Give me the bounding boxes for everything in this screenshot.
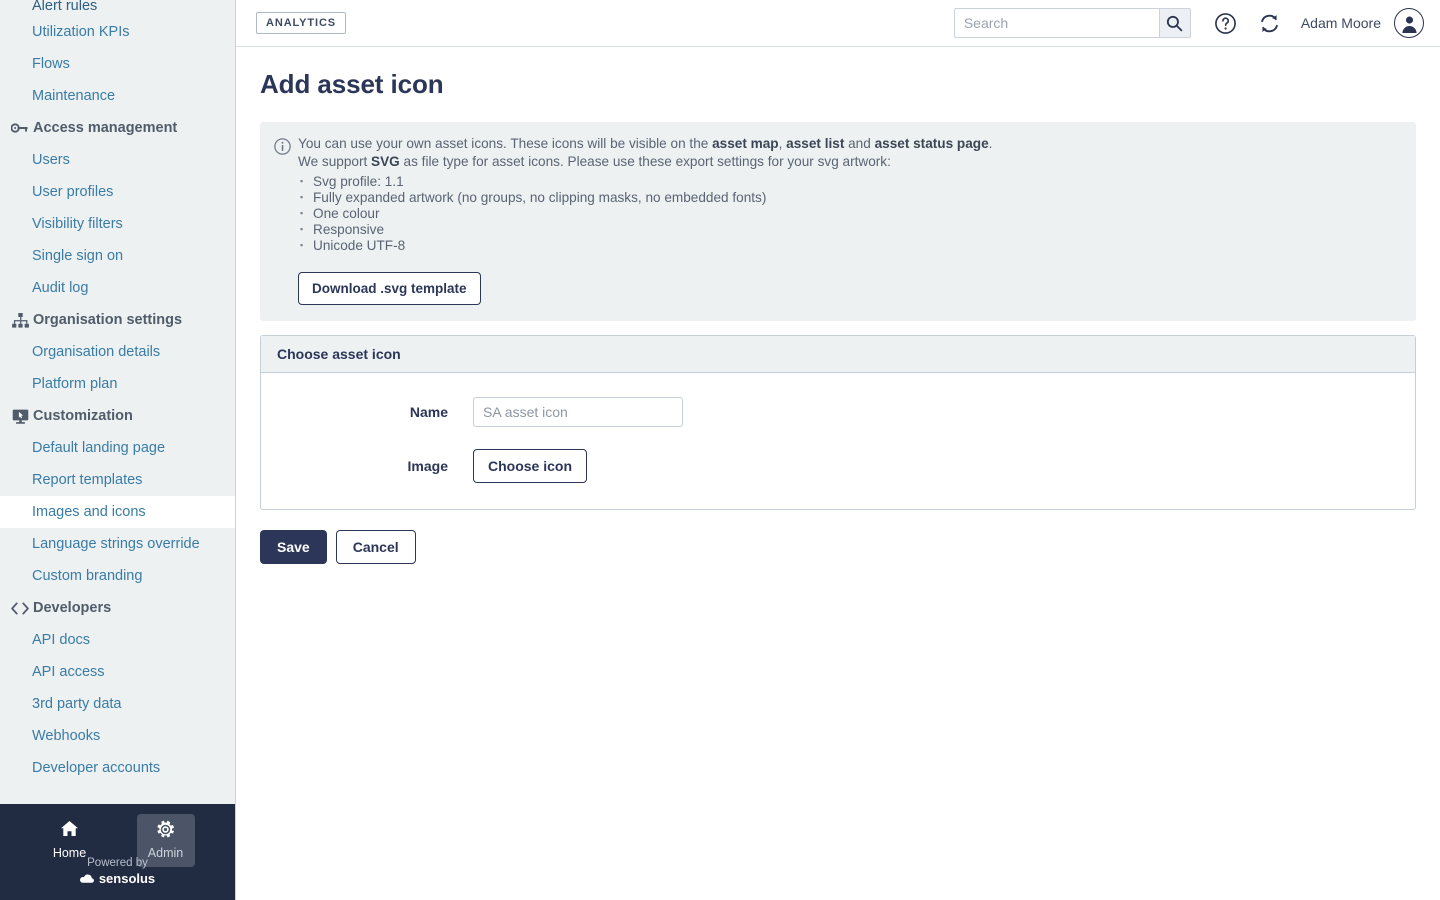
- code-brackets-icon: [8, 600, 32, 616]
- notice-link-asset-map: asset map: [712, 136, 779, 151]
- image-field-row: Image Choose icon: [261, 449, 1415, 484]
- notice-bullet: Unicode UTF-8: [298, 237, 1400, 254]
- sidebar-item-developer-accounts[interactable]: Developer accounts: [0, 752, 235, 784]
- download-svg-template-button[interactable]: Download .svg template: [298, 272, 481, 306]
- sidebar-group-label: Access management: [33, 120, 178, 136]
- info-notice: You can use your own asset icons. These …: [260, 122, 1416, 322]
- sidebar-item-3rd-party-data[interactable]: 3rd party data: [0, 688, 235, 720]
- name-field-row: Name: [261, 397, 1415, 428]
- notice-line-1: You can use your own asset icons. These …: [298, 136, 1400, 153]
- choose-asset-icon-panel: Choose asset icon Name Image Choose icon: [260, 335, 1416, 511]
- save-button[interactable]: Save: [260, 530, 327, 565]
- sidebar-footer: Home Admin Powered by sensolus: [0, 804, 235, 900]
- notice-text-1a: You can use your own asset icons. These …: [298, 136, 713, 151]
- sidebar-group-label: Customization: [33, 408, 133, 424]
- question-circle-icon: [1215, 12, 1237, 34]
- org-chart-icon: [8, 312, 32, 328]
- notice-text-2c: as file type for asset icons. Please use…: [399, 153, 891, 169]
- powered-by: Powered by sensolus: [0, 856, 235, 889]
- brand-name: sensolus: [98, 871, 156, 886]
- image-label: Image: [407, 458, 448, 475]
- sensolus-logo: sensolus: [79, 871, 156, 887]
- sidebar-group-customization[interactable]: Customization: [0, 400, 235, 432]
- sidebar-nav-list: Alert rules Utilization KPIs Flows Maintena…: [0, 0, 235, 784]
- notice-text-1d: .: [988, 136, 993, 151]
- sidebar-item-alert-rules[interactable]: Alert rules: [0, 0, 235, 16]
- notice-line-2: We support SVG as file type for asset ic…: [298, 154, 1400, 171]
- sidebar-item-webhooks[interactable]: Webhooks: [0, 720, 235, 752]
- panel-body: Name Image Choose icon: [261, 373, 1415, 509]
- app-root: Alert rules Utilization KPIs Flows Maintena…: [0, 0, 1440, 900]
- sidebar-nav-scroll[interactable]: Alert rules Utilization KPIs Flows Maintena…: [0, 0, 235, 804]
- key-icon: [8, 120, 32, 136]
- user-avatar-icon: [1401, 16, 1417, 33]
- sidebar-group-organisation-settings[interactable]: Organisation settings: [0, 304, 235, 336]
- sidebar-item-utilization-kpis[interactable]: Utilization KPIs: [0, 16, 235, 48]
- sidebar-group-label: Developers: [33, 600, 112, 616]
- sidebar-item-single-sign-on[interactable]: Single sign on: [0, 240, 235, 272]
- help-button[interactable]: [1213, 10, 1239, 36]
- sidebar-item-organisation-details[interactable]: Organisation details: [0, 336, 235, 368]
- notice-text-2a: We support: [298, 153, 372, 169]
- analytics-badge[interactable]: ANALYTICS: [256, 12, 347, 34]
- notice-svg-emphasis: SVG: [371, 153, 400, 169]
- sidebar-group-label: Organisation settings: [33, 312, 183, 328]
- sidebar-item-flows[interactable]: Flows: [0, 48, 235, 80]
- gear-icon: [137, 820, 195, 840]
- sidebar-item-audit-log[interactable]: Audit log: [0, 272, 235, 304]
- page-content: Add asset icon You can use your own asse…: [236, 47, 1440, 565]
- user-name[interactable]: Adam Moore: [1301, 15, 1381, 31]
- sidebar-item-default-landing-page[interactable]: Default landing page: [0, 432, 235, 464]
- top-header: ANALYTICS Search Adam Moore: [236, 0, 1440, 47]
- sidebar-item-images-and-icons[interactable]: Images and icons: [0, 496, 235, 528]
- form-actions: Save Cancel: [260, 530, 1416, 565]
- cancel-button[interactable]: Cancel: [335, 530, 416, 565]
- display-cursor-icon: [8, 408, 32, 424]
- sidebar-item-custom-branding[interactable]: Custom branding: [0, 560, 235, 592]
- sidebar-item-api-docs[interactable]: API docs: [0, 624, 235, 656]
- sidebar-item-user-profiles[interactable]: User profiles: [0, 176, 235, 208]
- sidebar-group-access-management[interactable]: Access management: [0, 112, 235, 144]
- notice-bullet-list: Svg profile: 1.1Fully expanded artwork (…: [298, 173, 1400, 254]
- search-input[interactable]: [953, 8, 1159, 38]
- powered-by-text: Powered by: [87, 856, 148, 869]
- avatar[interactable]: [1394, 8, 1424, 38]
- info-circle-icon: [274, 136, 298, 160]
- name-input[interactable]: [473, 397, 683, 428]
- notice-bullet: Responsive: [298, 221, 1400, 238]
- sidebar-item-users[interactable]: Users: [0, 144, 235, 176]
- refresh-icon: [1261, 14, 1279, 32]
- notice-body: You can use your own asset icons. These …: [298, 136, 1400, 306]
- sidebar-item-platform-plan[interactable]: Platform plan: [0, 368, 235, 400]
- choose-icon-button[interactable]: Choose icon: [473, 449, 588, 484]
- notice-link-asset-list: asset list: [786, 136, 845, 151]
- refresh-button[interactable]: [1257, 10, 1283, 36]
- name-label: Name: [409, 404, 448, 421]
- sidebar-item-api-access[interactable]: API access: [0, 656, 235, 688]
- home-icon: [41, 820, 99, 840]
- main-area: ANALYTICS Search Adam Moore Add asset ic…: [236, 0, 1440, 900]
- page-title: Add asset icon: [260, 69, 444, 99]
- search-button[interactable]: [1158, 8, 1191, 38]
- notice-bullet: Fully expanded artwork (no groups, no cl…: [298, 189, 1400, 206]
- notice-bullet: Svg profile: 1.1: [298, 173, 1400, 190]
- sidebar-group-developers[interactable]: Developers: [0, 592, 235, 624]
- notice-bullet: One colour: [298, 205, 1400, 222]
- notice-text-1c: and: [844, 136, 875, 151]
- sidebar-item-language-strings-override[interactable]: Language strings override: [0, 528, 235, 560]
- sidebar: Alert rules Utilization KPIs Flows Maintena…: [0, 0, 236, 900]
- search-icon: [1167, 15, 1183, 31]
- sidebar-item-maintenance[interactable]: Maintenance: [0, 80, 235, 112]
- search-box: [953, 8, 1191, 38]
- sidebar-item-visibility-filters[interactable]: Visibility filters: [0, 208, 235, 240]
- notice-link-asset-status-page: asset status page: [874, 136, 989, 151]
- cloud-icon: [79, 874, 95, 885]
- panel-heading: Choose asset icon: [261, 336, 1415, 374]
- sidebar-item-report-templates[interactable]: Report templates: [0, 464, 235, 496]
